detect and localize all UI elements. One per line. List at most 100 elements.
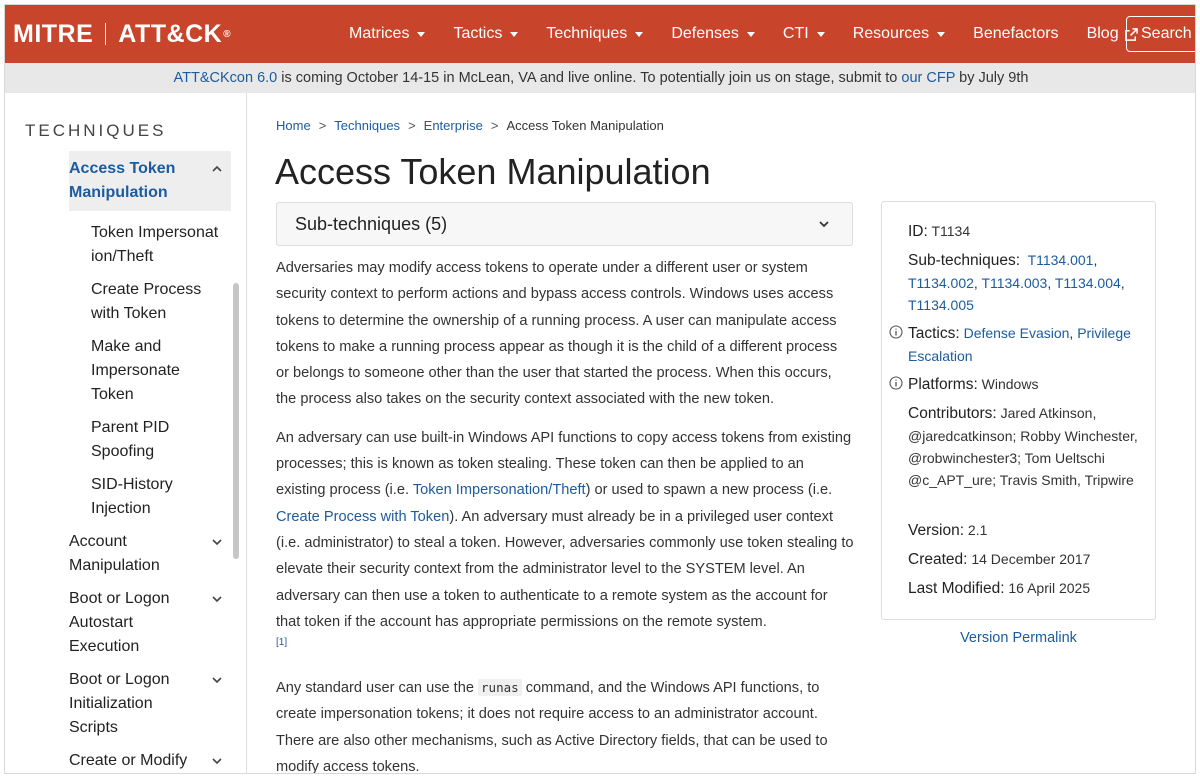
subtechniques-dropdown[interactable]: Sub-techniques (5) [276, 202, 853, 246]
card-id-label: ID: [908, 223, 928, 240]
sidebar-sub-create-process[interactable]: Create Process with Token [91, 278, 221, 326]
sidebar-heading: TECHNIQUES [25, 121, 167, 140]
banner-text: is coming October 14-15 in McLean, VA an… [277, 70, 902, 86]
nav-techniques-label: Techniques [546, 25, 628, 42]
sidebar-scrollbar[interactable] [233, 283, 239, 559]
logo-mitre: MITRE [13, 19, 94, 48]
card-version: Version: 2.1 [908, 519, 1140, 542]
breadcrumb-current: Access Token Manipulation [506, 118, 664, 133]
caret-down-icon [746, 31, 755, 37]
card-modified-value: 16 April 2025 [1008, 580, 1091, 596]
card-version-label: Version: [908, 522, 965, 539]
page-title: Access Token Manipulation [275, 151, 711, 192]
breadcrumb-separator: > [408, 118, 416, 133]
caret-down-icon [510, 31, 519, 37]
sidebar-list: Access Token Manipulation Token Imperson… [69, 151, 231, 773]
card-contributors-label: Contributors: [908, 405, 997, 422]
info-icon[interactable] [889, 376, 903, 390]
nav-tactics-label: Tactics [453, 25, 503, 42]
search-button[interactable]: Search [1126, 16, 1195, 52]
subtech-link[interactable]: T1134.002 [908, 275, 974, 291]
page-frame: MITRE ATT&CK ® Matrices Tactics Technique… [4, 4, 1196, 774]
chevron-up-icon[interactable] [211, 163, 223, 175]
nav-resources-label: Resources [852, 25, 930, 42]
card-modified-label: Last Modified: [908, 580, 1005, 597]
nav-cti-label: CTI [782, 25, 809, 42]
breadcrumb-separator: > [490, 118, 499, 133]
chevron-down-icon[interactable] [211, 536, 223, 548]
technique-info-card: ID: T1134 Sub-techniques: T1134.001, T11… [881, 201, 1156, 620]
subtech-link[interactable]: T1134.005 [908, 297, 974, 313]
chevron-down-icon[interactable] [211, 593, 223, 605]
caret-down-icon [816, 31, 825, 37]
nav-cti[interactable]: CTI [769, 5, 839, 63]
description-paragraph-2: An adversary can use built-in Windows AP… [276, 425, 854, 649]
logo-registered-mark: ® [223, 28, 232, 40]
breadcrumb: Home > Techniques > Enterprise > Access … [276, 118, 664, 133]
nav-techniques[interactable]: Techniques [532, 5, 657, 63]
sidebar-item-access-token-manipulation[interactable]: Access Token Manipulation [69, 151, 231, 211]
sidebar-item-label: Account Manipulation [69, 533, 160, 574]
nav-defenses[interactable]: Defenses [657, 5, 769, 63]
chevron-down-icon[interactable] [211, 674, 223, 686]
announcement-banner: ATT&CKcon 6.0 is coming October 14-15 in… [5, 63, 1195, 93]
nav-blog-label: Blog [1086, 25, 1119, 42]
description-paragraph-3: Any standard user can use the runas comm… [276, 675, 854, 773]
nav-tactics[interactable]: Tactics [439, 5, 532, 63]
nav-matrices-label: Matrices [349, 25, 410, 42]
nav-menu: Matrices Tactics Techniques Defenses CTI… [335, 5, 1152, 63]
tactic-link-defense-evasion[interactable]: Defense Evasion [964, 325, 1070, 341]
para-text: Any standard user can use the [276, 680, 479, 697]
sidebar-item-boot-logon-autostart[interactable]: Boot or Logon Autostart Execution [69, 587, 231, 659]
sidebar-sub-make-impersonate[interactable]: Make and Impersonate Token [91, 335, 211, 407]
subtech-link[interactable]: T1134.004 [1055, 275, 1121, 291]
sidebar-sub-sid-history[interactable]: SID-History Injection [91, 473, 191, 521]
subtech-link[interactable]: T1134.001 [1028, 252, 1094, 268]
caret-down-icon [635, 31, 644, 37]
banner-cfp-link[interactable]: our CFP [901, 70, 955, 86]
breadcrumb-separator: > [318, 118, 327, 133]
caret-down-icon [937, 31, 946, 37]
sidebar-item-create-modify-system-process[interactable]: Create or Modify System Process [69, 749, 231, 773]
card-subtechniques: Sub-techniques: T1134.001, T1134.002, T1… [908, 252, 1125, 313]
card-id: ID: T1134 [908, 220, 1140, 243]
breadcrumb-enterprise[interactable]: Enterprise [424, 118, 483, 133]
mitre-attack-logo[interactable]: MITRE ATT&CK ® [13, 20, 231, 49]
para-text: ). An adversary must already be in a pri… [276, 508, 854, 630]
nav-matrices[interactable]: Matrices [335, 5, 439, 63]
sidebar-sub-label: Parent PID Spoofing [91, 419, 170, 460]
chevron-down-icon[interactable] [211, 755, 223, 767]
subtechniques-label: Sub-techniques (5) [295, 214, 448, 234]
link-create-process-token[interactable]: Create Process with Token [276, 509, 449, 525]
sidebar-sub-token-impersonation[interactable]: Token Impersonation/Theft [91, 221, 221, 269]
sidebar-sub-label: Token Impersonation/Theft [91, 224, 219, 265]
card-created-value: 14 December 2017 [971, 551, 1091, 567]
sidebar-item-account-manipulation[interactable]: Account Manipulation [69, 530, 231, 578]
subtech-link[interactable]: T1134.003 [981, 275, 1047, 291]
breadcrumb-techniques[interactable]: Techniques [334, 118, 400, 133]
version-permalink-link[interactable]: Version Permalink [881, 630, 1156, 646]
breadcrumb-home[interactable]: Home [276, 118, 311, 133]
sidebar-sub-label: Create Process with Token [91, 281, 202, 322]
nav-benefactors-label: Benefactors [973, 25, 1059, 42]
nav-defenses-label: Defenses [671, 25, 739, 42]
sidebar-item-boot-logon-init-scripts[interactable]: Boot or Logon Initialization Scripts [69, 668, 231, 740]
card-sub-label: Sub-techniques: [908, 252, 1021, 269]
card-version-value: 2.1 [967, 522, 988, 538]
info-icon[interactable] [889, 325, 903, 339]
card-created-label: Created: [908, 551, 968, 568]
para-text: ) or used to spawn a new process (i.e. [585, 482, 833, 499]
logo-divider [105, 23, 107, 45]
reference-link-1[interactable]: [1] [276, 637, 854, 649]
description-paragraph-1: Adversaries may modify access tokens to … [276, 260, 838, 408]
runas-code: runas [478, 679, 522, 697]
banner-attackcon-link[interactable]: ATT&CKcon 6.0 [174, 70, 278, 86]
nav-benefactors[interactable]: Benefactors [959, 5, 1072, 63]
card-last-modified: Last Modified: 16 April 2025 [908, 577, 1140, 600]
chevron-down-icon [819, 221, 829, 228]
nav-resources[interactable]: Resources [839, 5, 959, 63]
link-token-impersonation[interactable]: Token Impersonation/Theft [413, 482, 586, 498]
card-contributors: Contributors: Jared Atkinson, @jaredcatk… [908, 402, 1140, 491]
sidebar-item-label: Access Token Manipulation [69, 160, 176, 201]
sidebar-sub-parent-pid[interactable]: Parent PID Spoofing [91, 416, 191, 464]
